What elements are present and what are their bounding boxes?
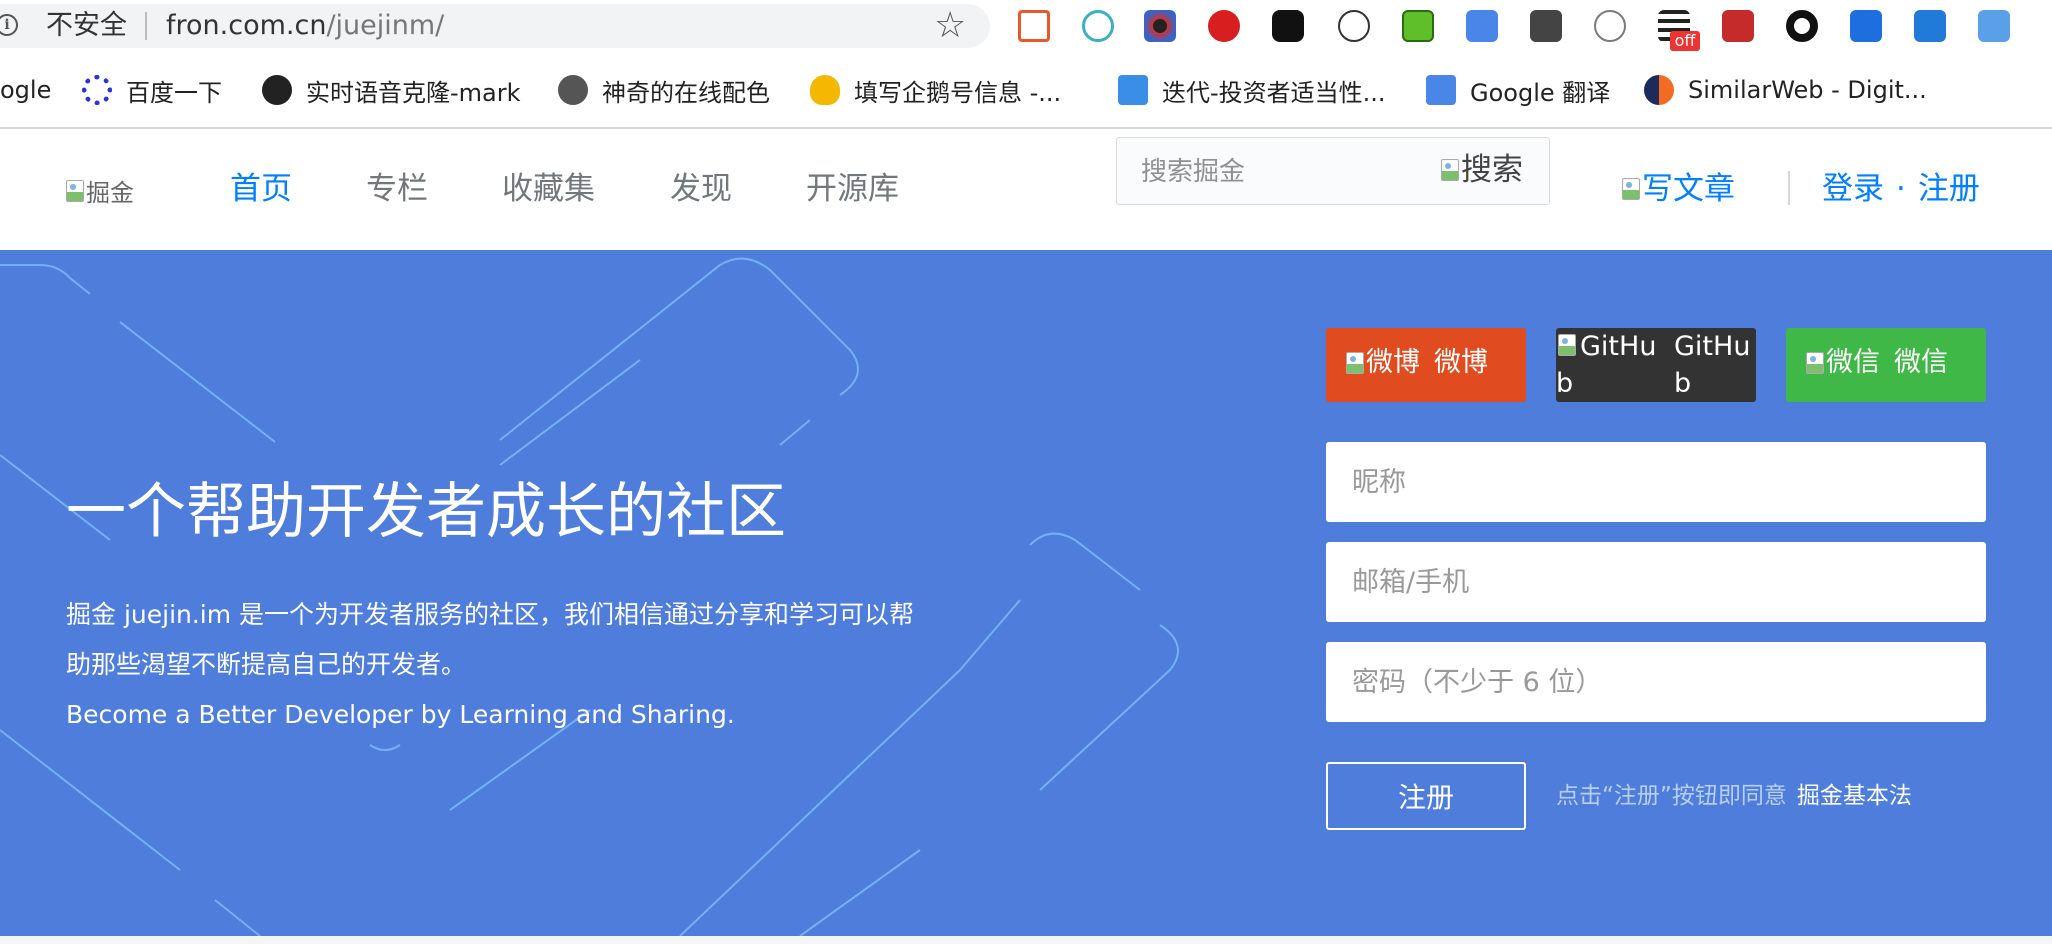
bookmark-label: SimilarWeb - Digit... (1688, 76, 1927, 104)
write-label: 写文章 (1642, 171, 1735, 207)
bookmark-label: ogle (0, 76, 52, 104)
bookmark-google-translate[interactable]: Google 翻译 (1426, 72, 1610, 108)
nav-collections[interactable]: 收藏集 (502, 169, 595, 209)
download-extension-icon[interactable] (1850, 10, 1882, 42)
url-path: /juejinm/ (326, 10, 445, 41)
github-icon (1558, 334, 1576, 356)
tapd-icon (1118, 75, 1148, 105)
header-divider (1788, 171, 1790, 205)
incognito-extension-icon[interactable] (1272, 10, 1304, 42)
wechat-login-button[interactable]: 微信 微信 (1786, 328, 1986, 402)
site-header: 掘金 首页 专栏 收藏集 发现 开源库 写文章 登录 · 注册 (0, 129, 2052, 250)
weibo-label: 微博 (1434, 347, 1488, 378)
password-field[interactable] (1326, 642, 1986, 722)
react-devtools-extension-icon[interactable] (1594, 10, 1626, 42)
wechat-button-content: 微信 微信 (1806, 344, 1948, 382)
sitemap-extension-icon[interactable] (1018, 10, 1050, 42)
agreement-text: 点击“注册”按钮即同意 掘金基本法 (1556, 778, 1912, 814)
nav-column[interactable]: 专栏 (366, 169, 428, 209)
weibo-icon (1346, 352, 1364, 374)
agree-text: 点击“注册”按钮即同意 (1556, 783, 1787, 809)
search-input[interactable] (1117, 138, 1443, 206)
bookmark-tapd[interactable]: 迭代-投资者适当性... (1118, 72, 1386, 108)
color-picker-extension-icon[interactable] (1144, 10, 1176, 42)
pin-extension-icon[interactable] (1722, 10, 1754, 42)
juejin-logo[interactable]: 掘金 (66, 173, 134, 208)
bookmark-label: 实时语音克隆-mark (306, 78, 521, 107)
agreement-link[interactable]: 掘金基本法 (1797, 783, 1912, 809)
google-translate-extension-icon[interactable] (1466, 10, 1498, 42)
search-box: 搜索 (1116, 137, 1550, 206)
github-icon-alt-wrap: GitHub (1556, 328, 1666, 402)
weibo-button-content: 微博 微博 (1346, 344, 1488, 382)
auth-links: 登录 · 注册 (1822, 169, 1980, 209)
url-host: fron.com.cn (166, 10, 327, 41)
hero-title: 一个帮助开发者成长的社区 (66, 477, 786, 547)
baidu-icon (82, 75, 112, 105)
extension-off-badge: off (1670, 31, 1700, 51)
hero-section: 一个帮助开发者成长的社区 掘金 juejin.im 是一个为开发者服务的社区，我… (0, 250, 2052, 936)
similarweb-icon (1644, 75, 1674, 105)
json-viewer-extension-icon[interactable] (1338, 10, 1370, 42)
security-label[interactable]: 不安全 (46, 8, 127, 44)
record-extension-icon[interactable] (1786, 10, 1818, 42)
broken-image-icon (66, 179, 84, 202)
bookmark-github[interactable]: 实时语音克隆-mark (262, 72, 521, 108)
bookmark-label: 迭代-投资者适当性... (1162, 78, 1386, 107)
wechat-icon-alt: 微信 (1826, 347, 1880, 378)
write-article-link[interactable]: 写文章 (1622, 169, 1735, 209)
login-link[interactable]: 登录 (1822, 171, 1884, 207)
email-phone-field[interactable] (1326, 542, 1986, 622)
search-button-alt: 搜索 (1461, 152, 1523, 188)
omnibox[interactable] (0, 4, 990, 48)
nickname-field[interactable] (1326, 442, 1986, 522)
translate-extension-icon[interactable] (1978, 10, 2010, 42)
broken-image-icon (1441, 159, 1459, 181)
hero-desc-en: Become a Better Developer by Learning an… (66, 700, 735, 729)
wechat-label: 微信 (1894, 347, 1948, 378)
bookmark-google[interactable]: ogle (0, 72, 51, 108)
bookmark-label: 百度一下 (126, 78, 222, 107)
register-link[interactable]: 注册 (1918, 171, 1980, 207)
address-divider (145, 12, 147, 40)
broken-image-icon (1622, 178, 1640, 200)
register-button[interactable]: 注册 (1326, 762, 1526, 830)
hero-description: 掘金 juejin.im 是一个为开发者服务的社区，我们相信通过分享和学习可以帮… (66, 590, 914, 740)
xpath-extension-icon[interactable] (1530, 10, 1562, 42)
github-label: GitHub (1674, 331, 1751, 399)
bookmark-label: 神奇的在线配色 (602, 78, 770, 107)
hero-desc-line2: 助那些渴望不断提高自己的开发者。 (66, 650, 467, 679)
weibo-login-button[interactable]: 微博 微博 (1326, 328, 1526, 402)
wechat-icon (1806, 352, 1824, 374)
page-bottom-strip (0, 936, 2052, 944)
qq-penguin-icon (810, 75, 840, 105)
n-extension-icon[interactable] (1914, 10, 1946, 42)
web-extension-icon[interactable] (1082, 10, 1114, 42)
bookmarks-bar: ogle 百度一下 实时语音克隆-mark 神奇的在线配色 填写企鹅号信息 -.… (0, 52, 2052, 129)
bookmark-qq[interactable]: 填写企鹅号信息 -... (810, 72, 1061, 108)
json-formatter-extension-icon[interactable] (1402, 10, 1434, 42)
github-login-button[interactable]: GitHub GitHub (1556, 328, 1756, 402)
bookmark-star-icon[interactable]: ☆ (934, 4, 966, 48)
hero-desc-line1: 掘金 juejin.im 是一个为开发者服务的社区，我们相信通过分享和学习可以帮 (66, 600, 915, 629)
bookmark-baidu[interactable]: 百度一下 (82, 72, 222, 108)
auth-dot: · (1896, 171, 1906, 207)
logo-alt-text: 掘金 (86, 179, 134, 207)
bookmark-similarweb[interactable]: SimilarWeb - Digit... (1644, 72, 1927, 108)
globe-icon (558, 75, 588, 105)
browser-address-bar: i 不安全 fron.com.cn/juejinm/ ☆ off (0, 0, 2052, 52)
adblock-extension-icon[interactable] (1208, 10, 1240, 42)
bookmark-color[interactable]: 神奇的在线配色 (558, 72, 770, 108)
nav-home[interactable]: 首页 (230, 169, 292, 209)
google-translate-icon (1426, 75, 1456, 105)
github-icon (262, 75, 292, 105)
bookmark-label: 填写企鹅号信息 -... (854, 78, 1062, 107)
bookmark-label: Google 翻译 (1470, 78, 1611, 107)
url-text[interactable]: fron.com.cn/juejinm/ (166, 8, 444, 44)
nav-repos[interactable]: 开源库 (806, 169, 899, 209)
nav-discover[interactable]: 发现 (670, 169, 732, 209)
search-button[interactable]: 搜索 (1441, 150, 1523, 190)
weibo-icon-alt: 微博 (1366, 347, 1420, 378)
